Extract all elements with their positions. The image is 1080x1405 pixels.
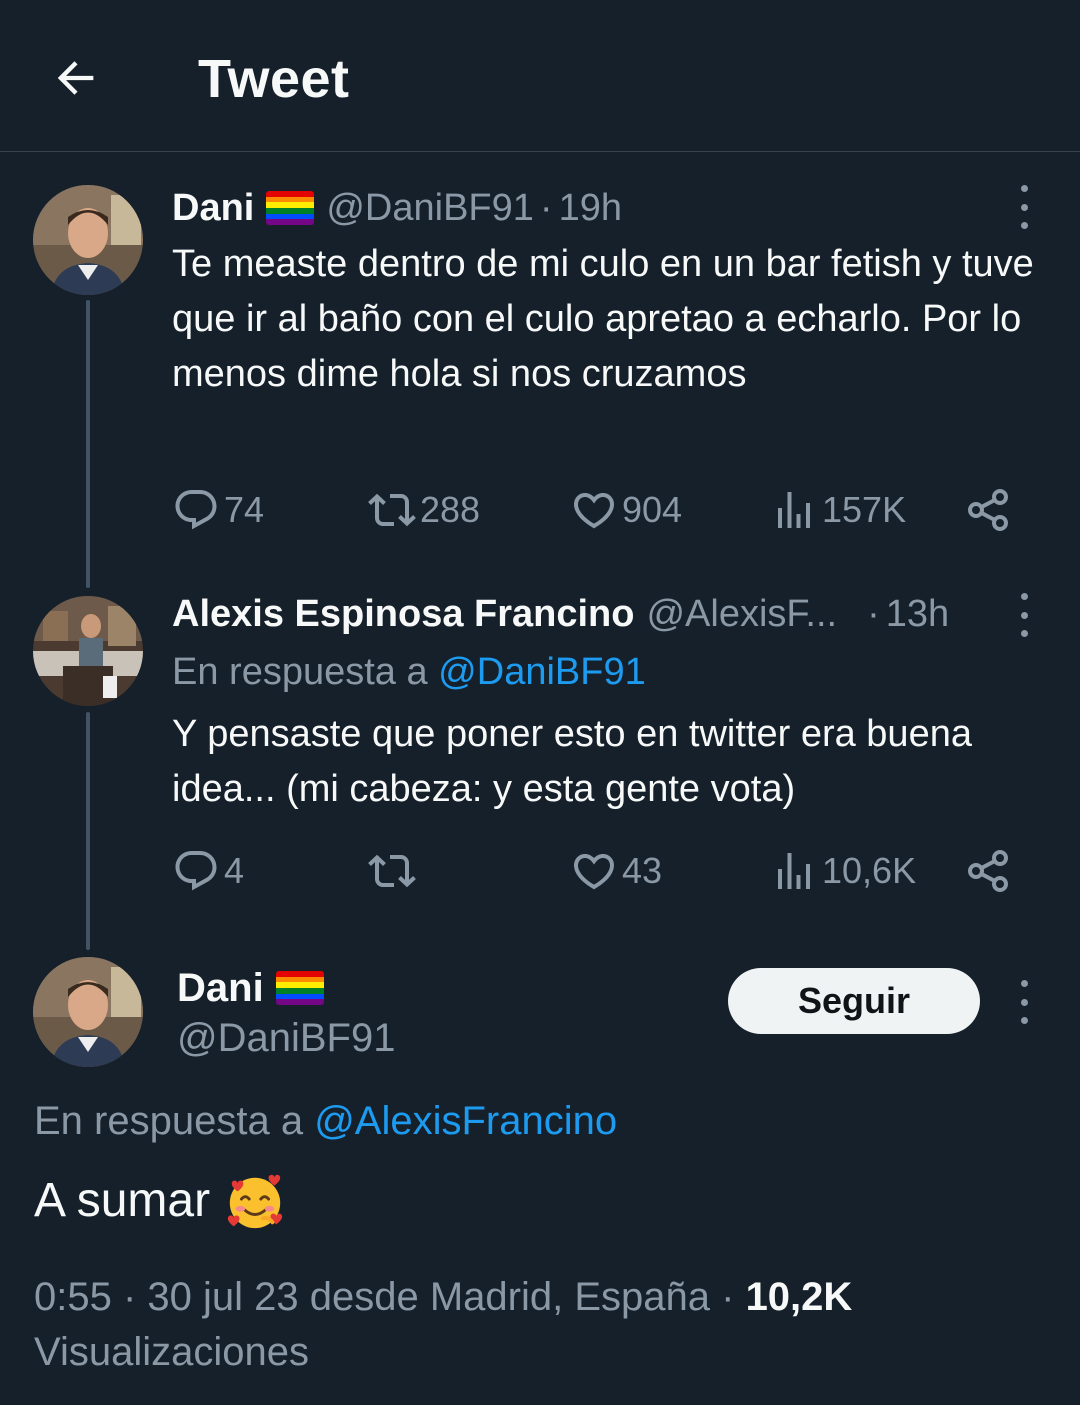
share-icon bbox=[968, 489, 1008, 531]
retweet-count: 288 bbox=[420, 489, 481, 530]
share-icon bbox=[968, 850, 1008, 892]
tweet-header: Dani @DaniBF91 · 19h bbox=[172, 185, 622, 231]
like-count: 43 bbox=[622, 850, 663, 891]
reply-prefix: En respuesta a bbox=[34, 1099, 304, 1143]
display-name[interactable]: Dani bbox=[177, 964, 264, 1012]
tweet-time[interactable]: 13h bbox=[886, 591, 949, 637]
avatar-alexis[interactable] bbox=[33, 596, 143, 706]
reply-count: 74 bbox=[224, 489, 265, 530]
heart-icon bbox=[573, 493, 615, 529]
views-button[interactable]: 10,6K bbox=[770, 846, 916, 896]
reply-icon bbox=[175, 851, 217, 891]
retweet-icon bbox=[368, 854, 416, 888]
thread-line bbox=[86, 300, 90, 588]
heart-icon bbox=[573, 854, 615, 890]
rainbow-flag-icon bbox=[266, 191, 315, 225]
separator: · bbox=[539, 187, 553, 229]
retweet-button[interactable]: 288 bbox=[368, 485, 480, 535]
views-count: 10,6K bbox=[822, 850, 917, 891]
user-handle[interactable]: @DaniBF91 bbox=[326, 185, 534, 231]
user-handle[interactable]: @DaniBF91 bbox=[177, 1014, 395, 1062]
tweet-actions: 4 43 10,6K bbox=[172, 846, 1032, 896]
share-button[interactable] bbox=[964, 485, 1012, 535]
tweet-metadata: 0:55 · 30 jul 23 desde Madrid, España · … bbox=[34, 1270, 1034, 1380]
reply-icon bbox=[175, 490, 217, 530]
reply-button[interactable]: 74 bbox=[172, 485, 264, 535]
retweet-icon bbox=[368, 493, 416, 527]
separator: · bbox=[867, 593, 880, 635]
follow-button[interactable]: Seguir bbox=[728, 968, 980, 1034]
tweet-text: Y pensaste que poner esto en twitter era… bbox=[172, 713, 972, 810]
tweet-text: Te measte dentro de mi culo en un bar fe… bbox=[172, 243, 1034, 395]
main-tweet-text: A sumar bbox=[34, 1170, 286, 1232]
tweet-screen: Tweet Dani @DaniBF91 · 19h Te measte den… bbox=[0, 0, 1080, 1405]
like-button[interactable]: 43 bbox=[570, 846, 662, 896]
like-count: 904 bbox=[622, 489, 683, 530]
top-bar: Tweet bbox=[0, 0, 1080, 152]
smiling-face-with-hearts-icon bbox=[227, 1174, 283, 1229]
views-label: Visualizaciones bbox=[34, 1330, 309, 1374]
page-title: Tweet bbox=[198, 49, 350, 109]
reply-mention-link[interactable]: @DaniBF91 bbox=[438, 651, 646, 693]
tweet-time[interactable]: 19h bbox=[559, 185, 622, 231]
reply-mention-link[interactable]: @AlexisFrancino bbox=[314, 1099, 617, 1143]
like-button[interactable]: 904 bbox=[570, 485, 682, 535]
more-options-button[interactable] bbox=[1014, 980, 1034, 1024]
rainbow-flag-icon bbox=[275, 971, 324, 1005]
reply-count: 4 bbox=[224, 850, 245, 891]
tweet-text: A sumar bbox=[34, 1174, 211, 1227]
views-count: 157K bbox=[822, 489, 907, 530]
display-name[interactable]: Alexis Espinosa Francino bbox=[172, 591, 634, 637]
display-name[interactable]: Dani bbox=[172, 185, 254, 231]
views-chart-icon bbox=[778, 492, 810, 528]
more-options-button[interactable] bbox=[1014, 593, 1034, 637]
avatar-dani[interactable] bbox=[33, 185, 143, 295]
views-chart-icon bbox=[778, 853, 810, 889]
retweet-button[interactable] bbox=[368, 846, 420, 896]
tweet-header: Alexis Espinosa Francino @AlexisF... · 1… bbox=[172, 591, 949, 637]
main-display-name: Dani bbox=[177, 964, 336, 1012]
profile-photo bbox=[33, 957, 143, 1067]
views-button[interactable]: 157K bbox=[770, 485, 906, 535]
profile-photo bbox=[33, 596, 143, 706]
share-button[interactable] bbox=[964, 846, 1012, 896]
back-button[interactable] bbox=[44, 46, 108, 110]
avatar-dani[interactable] bbox=[33, 957, 143, 1067]
timestamp[interactable]: 0:55 · 30 jul 23 desde Madrid, España · bbox=[34, 1275, 734, 1319]
reply-button[interactable]: 4 bbox=[172, 846, 244, 896]
profile-photo bbox=[33, 185, 143, 295]
reply-prefix: En respuesta a bbox=[172, 651, 428, 693]
arrow-left-icon bbox=[57, 61, 94, 95]
tweet-actions: 74 288 904 157K bbox=[172, 485, 1032, 535]
user-handle[interactable]: @AlexisF... bbox=[646, 591, 837, 637]
thread-line bbox=[86, 712, 90, 950]
more-options-button[interactable] bbox=[1014, 185, 1034, 229]
reply-context: En respuesta a @AlexisFrancino bbox=[34, 1097, 617, 1145]
reply-context: En respuesta a @DaniBF91 bbox=[172, 649, 646, 695]
views-total: 10,2K bbox=[745, 1275, 853, 1319]
